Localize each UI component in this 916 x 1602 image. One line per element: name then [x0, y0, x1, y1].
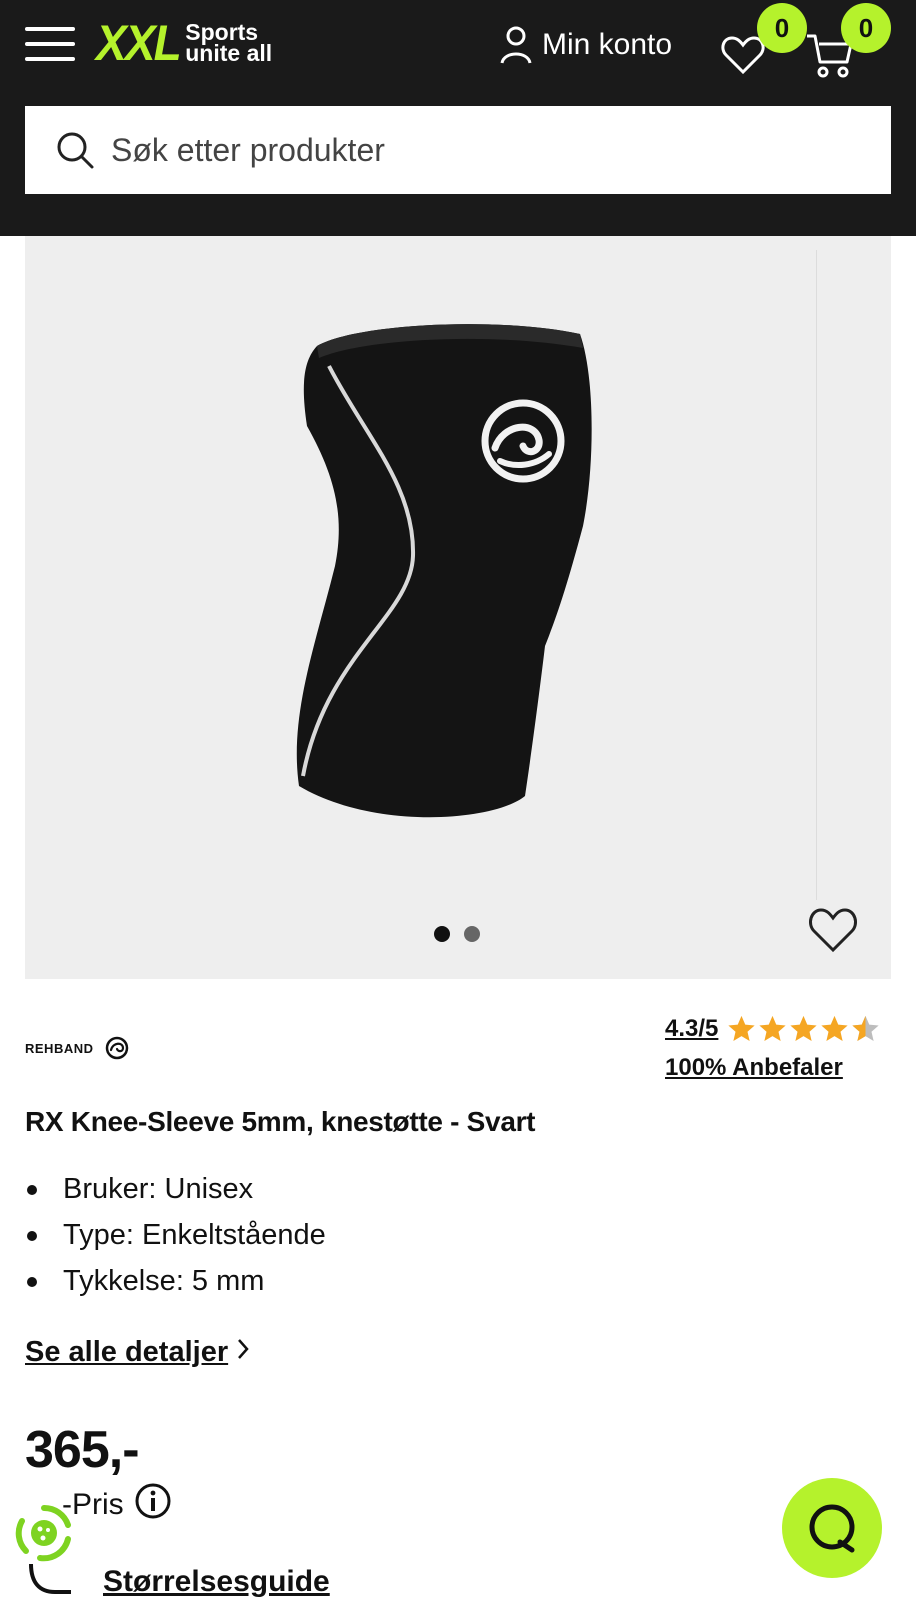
product-title: RX Knee-Sleeve 5mm, knestøtte - Svart — [25, 1106, 536, 1137]
feature-item: Type: Enkeltstående — [25, 1212, 326, 1258]
hamburger-menu-button[interactable] — [25, 27, 75, 63]
cookie-settings-button[interactable] — [14, 1503, 74, 1563]
menu-line — [25, 42, 75, 46]
recommend-link[interactable]: 100% Anbefaler — [665, 1054, 881, 1082]
logo-tagline-line-2: unite all — [185, 40, 273, 66]
account-label: Min konto — [542, 28, 673, 61]
product-image — [296, 324, 592, 818]
search-bar[interactable] — [25, 106, 891, 194]
rehband-logo: REHBAND — [25, 1036, 129, 1060]
ruler-icon — [29, 1563, 71, 1594]
cart-count-badge: 0 — [841, 3, 891, 53]
product-image-gallery[interactable] — [25, 236, 891, 979]
site-header: XXL Sports unite all Min konto 0 0 — [0, 0, 916, 236]
size-guide-label: Størrelsesguide — [103, 1565, 330, 1598]
rating-stars — [726, 1014, 881, 1044]
logo-wordmark: XXL — [96, 15, 182, 71]
gallery-pagination — [434, 926, 480, 942]
info-icon[interactable] — [134, 1482, 172, 1528]
product-price: 365,- — [25, 1421, 140, 1479]
account-link[interactable]: Min konto — [500, 22, 672, 68]
price-type-row: -Pris — [62, 1482, 172, 1528]
product-rating[interactable]: 4.3/5 100% Anbefaler — [665, 1014, 881, 1082]
add-to-wishlist-heart-icon[interactable] — [808, 906, 858, 954]
brand-logo[interactable]: REHBAND — [25, 1036, 131, 1065]
cookie-icon — [15, 1504, 71, 1562]
details-link-label: Se alle detaljer — [25, 1336, 229, 1368]
wishlist-count-badge: 0 — [757, 3, 807, 53]
user-icon — [500, 26, 532, 64]
menu-line — [25, 57, 75, 61]
rating-row: 4.3/5 — [665, 1014, 881, 1044]
brand-name: REHBAND — [25, 1041, 94, 1056]
gallery-dot-active[interactable] — [434, 926, 450, 942]
gallery-dot[interactable] — [464, 926, 480, 942]
search-icon — [57, 132, 94, 169]
rating-score[interactable]: 4.3/5 — [665, 1015, 718, 1043]
product-features-list: Bruker: Unisex Type: Enkeltstående Tykke… — [25, 1166, 326, 1304]
gallery-divider — [816, 250, 817, 900]
star-icon — [728, 1015, 756, 1041]
feature-item: Tykkelse: 5 mm — [25, 1258, 326, 1304]
star-icon — [759, 1015, 787, 1041]
feature-item: Bruker: Unisex — [25, 1166, 326, 1212]
chevron-right-icon — [236, 1336, 250, 1369]
wishlist-button[interactable]: 0 — [720, 3, 807, 76]
search-input[interactable] — [109, 130, 813, 170]
chat-icon — [809, 1504, 855, 1553]
logo-tagline: Sports unite all — [185, 21, 273, 66]
chat-support-button[interactable] — [782, 1478, 882, 1578]
star-icon — [821, 1015, 849, 1041]
menu-line — [25, 27, 75, 31]
size-guide-link[interactable]: Størrelsesguide — [25, 1562, 330, 1602]
xxl-logo[interactable]: XXL Sports unite all — [96, 18, 272, 68]
cart-button[interactable]: 0 — [807, 3, 891, 78]
star-icon — [790, 1015, 818, 1041]
see-all-details-link[interactable]: Se alle detaljer — [25, 1336, 250, 1369]
half-star-icon — [852, 1015, 880, 1041]
